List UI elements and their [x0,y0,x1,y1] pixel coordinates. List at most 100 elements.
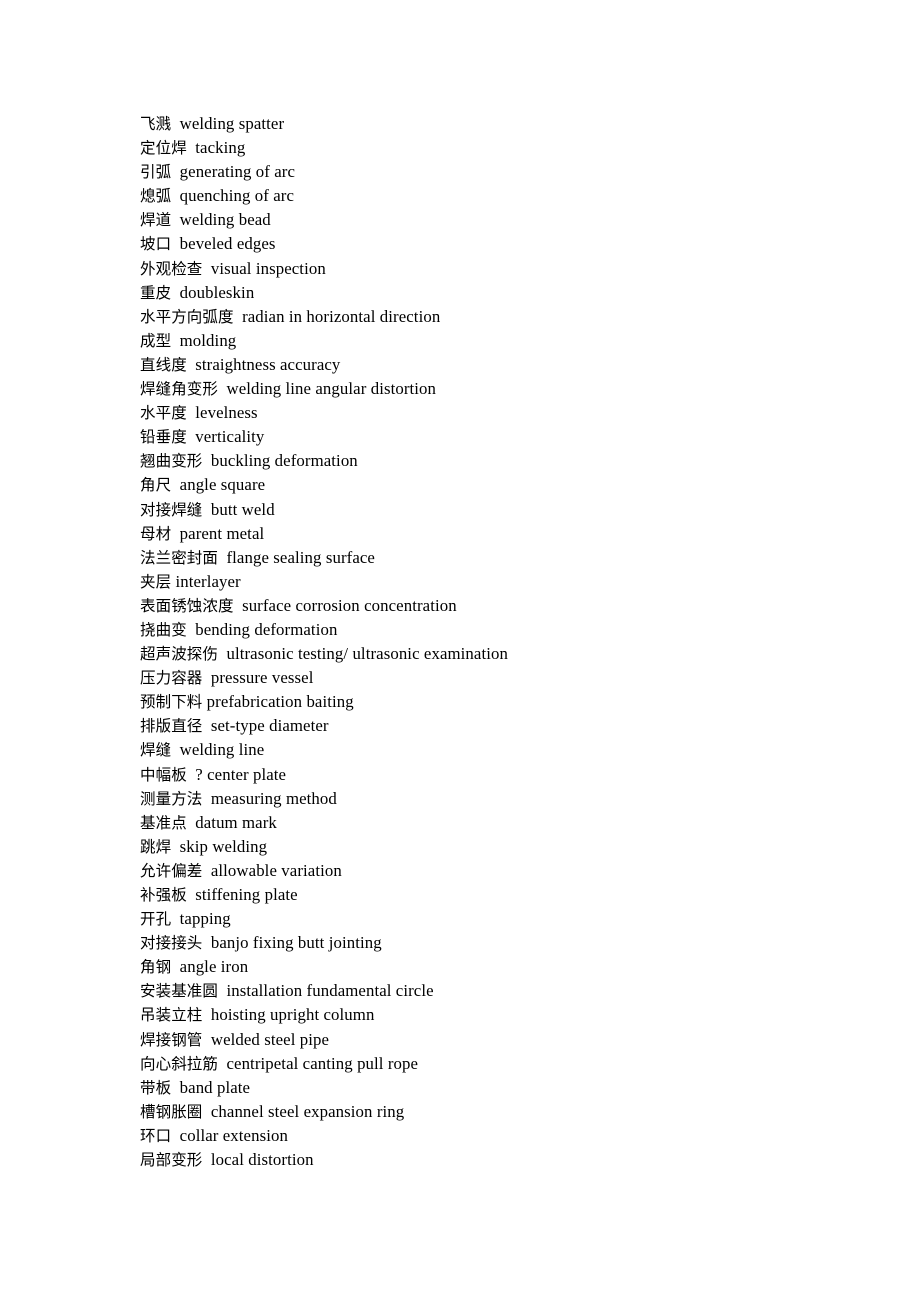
glossary-gloss-english: centripetal canting pull rope [226,1053,419,1073]
glossary-entry: 超声波探伤 ultrasonic testing/ ultrasonic exa… [140,642,880,666]
glossary-separator [234,307,242,326]
glossary-separator [202,500,210,519]
glossary-entry: 引弧 generating of arc [140,160,880,184]
glossary-entry: 压力容器 pressure vessel [140,666,880,690]
glossary-term-chinese: 基准点 [140,813,187,832]
glossary-separator [171,524,179,543]
glossary-separator [202,933,210,952]
glossary-gloss-english: verticality [195,427,265,447]
glossary-term-chinese: 成型 [140,331,172,350]
glossary-separator [202,451,210,470]
glossary-term-chinese: 焊接钢管 [140,1030,203,1049]
glossary-separator [202,1005,210,1024]
glossary-gloss-english: collar extension [179,1125,288,1145]
glossary-separator [234,596,242,615]
glossary-gloss-english: banjo fixing butt jointing [210,933,382,953]
glossary-term-chinese: 飞溅 [140,115,172,133]
glossary-entry: 外观检查 visual inspection [140,257,880,281]
glossary-entry: 对接接头 banjo fixing butt jointing [140,931,880,955]
glossary-term-chinese: 熄弧 [140,187,172,206]
glossary-separator [187,355,195,374]
glossary-term-chinese: 跳焊 [140,837,172,856]
glossary-entry: 水平度 levelness [140,401,880,425]
glossary-separator [187,813,195,832]
document-page: 飞溅 welding spatter 定位焊 tacking 引弧 generati… [0,0,920,1302]
glossary-term-chinese: 法兰密封面 [140,548,219,567]
glossary-gloss-english: angle square [179,475,266,495]
glossary-gloss-english: ? center plate [195,764,287,784]
glossary-separator [171,331,179,350]
glossary-term-chinese: 焊道 [140,211,172,230]
glossary-term-chinese: 对接焊缝 [140,500,203,519]
glossary-entry: 吊装立柱 hoisting upright column [140,1003,880,1027]
glossary-gloss-english: bending deformation [195,619,338,639]
glossary-term-chinese: 允许偏差 [140,861,203,880]
glossary-entry: 成型 molding [140,329,880,353]
glossary-separator [202,1102,210,1121]
glossary-separator [187,620,195,639]
glossary-gloss-english: doubleskin [179,282,255,302]
glossary-entry: 角尺 angle square [140,473,880,497]
glossary-entry: 带板 band plate [140,1076,880,1100]
glossary-gloss-english: allowable variation [210,860,342,880]
glossary-gloss-english: straightness accuracy [195,354,341,374]
glossary-term-chinese: 表面锈蚀浓度 [140,596,234,615]
glossary-entry: 开孔 tapping [140,907,880,931]
glossary-entry: 补强板 stiffening plate [140,883,880,907]
glossary-separator [202,1030,210,1049]
glossary-separator [202,716,210,735]
glossary-separator [171,114,179,133]
glossary-entry: 水平方向弧度 radian in horizontal direction [140,305,880,329]
glossary-term-chinese: 补强板 [140,886,187,904]
glossary-gloss-english: datum mark [195,812,277,832]
glossary-term-chinese: 引弧 [140,163,172,182]
glossary-entry: 槽钢胀圈 channel steel expansion ring [140,1100,880,1124]
glossary-separator [171,1078,179,1097]
glossary-entry: 排版直径 set-type diameter [140,714,880,738]
glossary-gloss-english: welded steel pipe [210,1029,330,1049]
glossary-entry: 角钢 angle iron [140,955,880,979]
glossary-gloss-english: welding spatter [179,114,285,133]
glossary-term-chinese: 外观检查 [140,259,203,278]
glossary-separator [187,138,195,157]
glossary-gloss-english: flange sealing surface [226,547,375,567]
glossary-separator [187,885,195,904]
glossary-term-chinese: 带板 [140,1078,172,1097]
glossary-entry: 局部变形 local distortion [140,1148,880,1172]
glossary-gloss-english: interlayer [175,571,241,591]
glossary-term-chinese: 测量方法 [140,789,203,808]
glossary-gloss-english: welding bead [179,210,271,230]
glossary-separator [171,186,179,205]
glossary-gloss-english: butt weld [210,499,275,519]
glossary-term-chinese: 坡口 [140,235,172,254]
glossary-entry: 对接焊缝 butt weld [140,498,880,522]
glossary-term-chinese: 定位焊 [140,139,187,158]
glossary-entry: 夹层 interlayer [140,570,880,594]
glossary-term-chinese: 环口 [140,1126,172,1145]
glossary-term-chinese: 挠曲变 [140,620,187,639]
glossary-term-chinese: 安装基准圆 [140,982,219,1001]
glossary-gloss-english: beveled edges [179,234,276,254]
glossary-term-chinese: 焊缝角变形 [140,380,219,399]
glossary-separator [202,789,210,808]
glossary-term-chinese: 预制下料 [140,693,203,712]
glossary-entry: 法兰密封面 flange sealing surface [140,546,880,570]
glossary-separator [171,909,179,928]
glossary-gloss-english: installation fundamental circle [226,981,434,1001]
glossary-gloss-english: local distortion [210,1150,314,1170]
glossary-entry: 环口 collar extension [140,1124,880,1148]
glossary-entry: 焊接钢管 welded steel pipe [140,1028,880,1052]
glossary-gloss-english: tacking [195,138,246,158]
glossary-term-chinese: 焊缝 [140,741,172,760]
glossary-separator [171,234,179,253]
glossary-term-chinese: 铅垂度 [140,428,187,447]
glossary-separator [202,861,210,880]
glossary-term-chinese: 翘曲变形 [140,452,203,471]
glossary-entry: 预制下料 prefabrication baiting [140,690,880,714]
glossary-entry: 坡口 beveled edges [140,232,880,256]
glossary-separator [171,1126,179,1145]
glossary-term-chinese: 向心斜拉筋 [140,1054,219,1073]
glossary-term-chinese: 直线度 [140,355,187,374]
glossary-entry: 重皮 doubleskin [140,281,880,305]
glossary-entry: 翘曲变形 buckling deformation [140,449,880,473]
